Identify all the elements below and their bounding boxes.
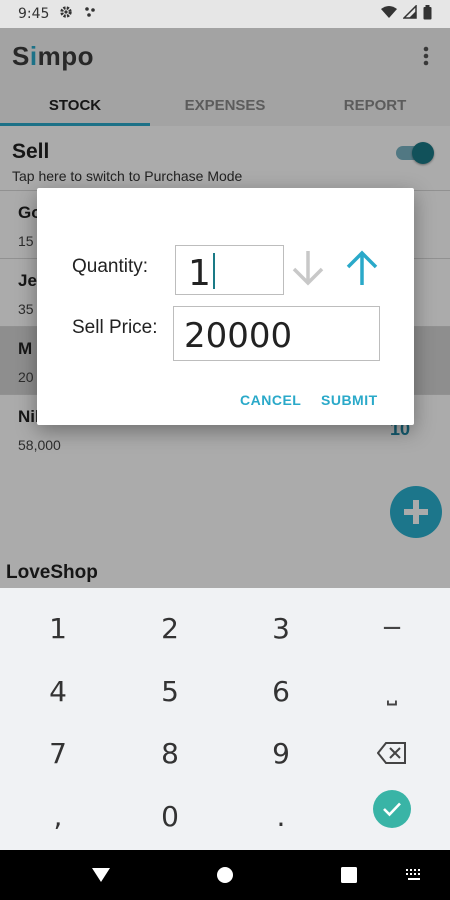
sell-dialog: Quantity: 1 Sell Price: 20000 CANCEL SUB…: [37, 188, 414, 425]
enter-key[interactable]: [336, 778, 448, 840]
backspace-key[interactable]: [336, 722, 448, 784]
cancel-button[interactable]: CANCEL: [240, 392, 301, 408]
signal-icon: [402, 4, 417, 23]
submit-button[interactable]: SUBMIT: [321, 392, 378, 408]
key-minus[interactable]: −: [336, 597, 448, 659]
key-1[interactable]: 1: [2, 597, 114, 659]
recents-button[interactable]: [336, 862, 362, 888]
keyboard-switch-button[interactable]: [401, 862, 427, 888]
key-6[interactable]: 6: [225, 660, 337, 722]
backspace-icon: [377, 742, 406, 764]
settings-gear-icon: [59, 5, 73, 23]
key-5[interactable]: 5: [114, 660, 226, 722]
increase-quantity-button[interactable]: [342, 246, 382, 290]
key-7[interactable]: 7: [2, 722, 114, 784]
wifi-icon: [381, 5, 397, 23]
checkmark-icon: [383, 802, 401, 817]
back-button[interactable]: [88, 862, 114, 888]
key-period[interactable]: .: [225, 785, 337, 847]
arrow-up-icon: [346, 250, 378, 285]
decrease-quantity-button[interactable]: [288, 246, 328, 290]
arrow-down-icon: [292, 251, 324, 286]
keyboard-icon: [406, 869, 420, 880]
key-9[interactable]: 9: [225, 722, 337, 784]
enter-circle: [373, 790, 411, 828]
sell-price-label: Sell Price:: [72, 317, 158, 338]
key-4[interactable]: 4: [2, 660, 114, 722]
recents-square-icon: [341, 867, 357, 883]
back-triangle-icon: [92, 868, 110, 882]
home-button[interactable]: [212, 862, 238, 888]
quantity-value: 1: [188, 253, 211, 294]
key-space[interactable]: ⎵: [336, 660, 448, 722]
dots-notification-icon: [83, 5, 97, 23]
sell-price-value: 20000: [184, 316, 293, 356]
key-8[interactable]: 8: [114, 722, 226, 784]
key-comma[interactable]: ,: [2, 785, 114, 847]
battery-icon: [423, 4, 432, 24]
status-time: 9:45: [18, 6, 50, 22]
key-3[interactable]: 3: [225, 597, 337, 659]
quantity-label: Quantity:: [72, 256, 149, 277]
key-2[interactable]: 2: [114, 597, 226, 659]
text-cursor: [212, 253, 215, 289]
status-bar: 9:45: [0, 0, 450, 28]
sell-price-input[interactable]: 20000: [173, 306, 380, 361]
system-navigation-bar: [0, 850, 450, 900]
key-0[interactable]: 0: [114, 785, 226, 847]
numeric-keyboard: 1 2 3 − 4 5 6 ⎵ 7 8 9 , 0 .: [0, 588, 450, 850]
quantity-input[interactable]: 1: [175, 245, 284, 295]
home-circle-icon: [217, 867, 233, 883]
